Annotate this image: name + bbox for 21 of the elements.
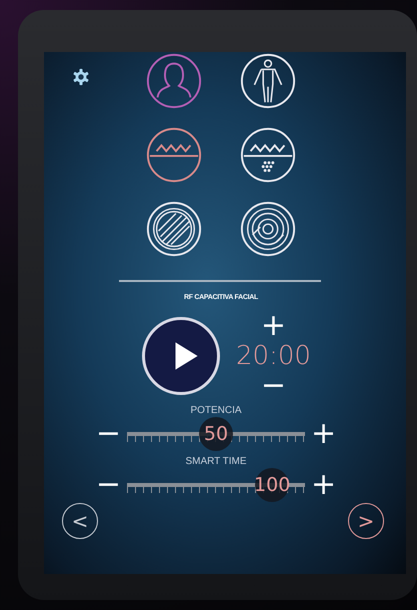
slider-track[interactable]: 100: [127, 467, 305, 503]
increase-time-button[interactable]: +: [256, 311, 290, 341]
settings-icon[interactable]: [72, 68, 90, 86]
slider-label: POTENCIA: [190, 405, 242, 416]
timer-display: 20:00: [236, 341, 311, 371]
wave-dots-icon[interactable]: [239, 126, 297, 184]
previous-button[interactable]: <: [62, 503, 98, 539]
increase-button[interactable]: +: [307, 419, 340, 449]
concentric-rings-icon[interactable]: [239, 200, 297, 258]
slider-label: SMART TIME: [185, 456, 247, 467]
slider-track[interactable]: 50: [127, 416, 305, 452]
slider-thumb[interactable]: 50: [199, 417, 233, 451]
decrease-button[interactable]: −: [92, 470, 125, 500]
body-figure-icon[interactable]: [239, 52, 297, 110]
decrease-button[interactable]: −: [92, 419, 125, 449]
decrease-time-button[interactable]: −: [256, 371, 290, 401]
head-silhouette-icon[interactable]: [145, 52, 203, 110]
hatched-disc-icon[interactable]: [145, 200, 203, 258]
next-button[interactable]: >: [348, 503, 384, 539]
slider-thumb[interactable]: 100: [255, 468, 290, 502]
increase-button[interactable]: +: [307, 470, 340, 500]
